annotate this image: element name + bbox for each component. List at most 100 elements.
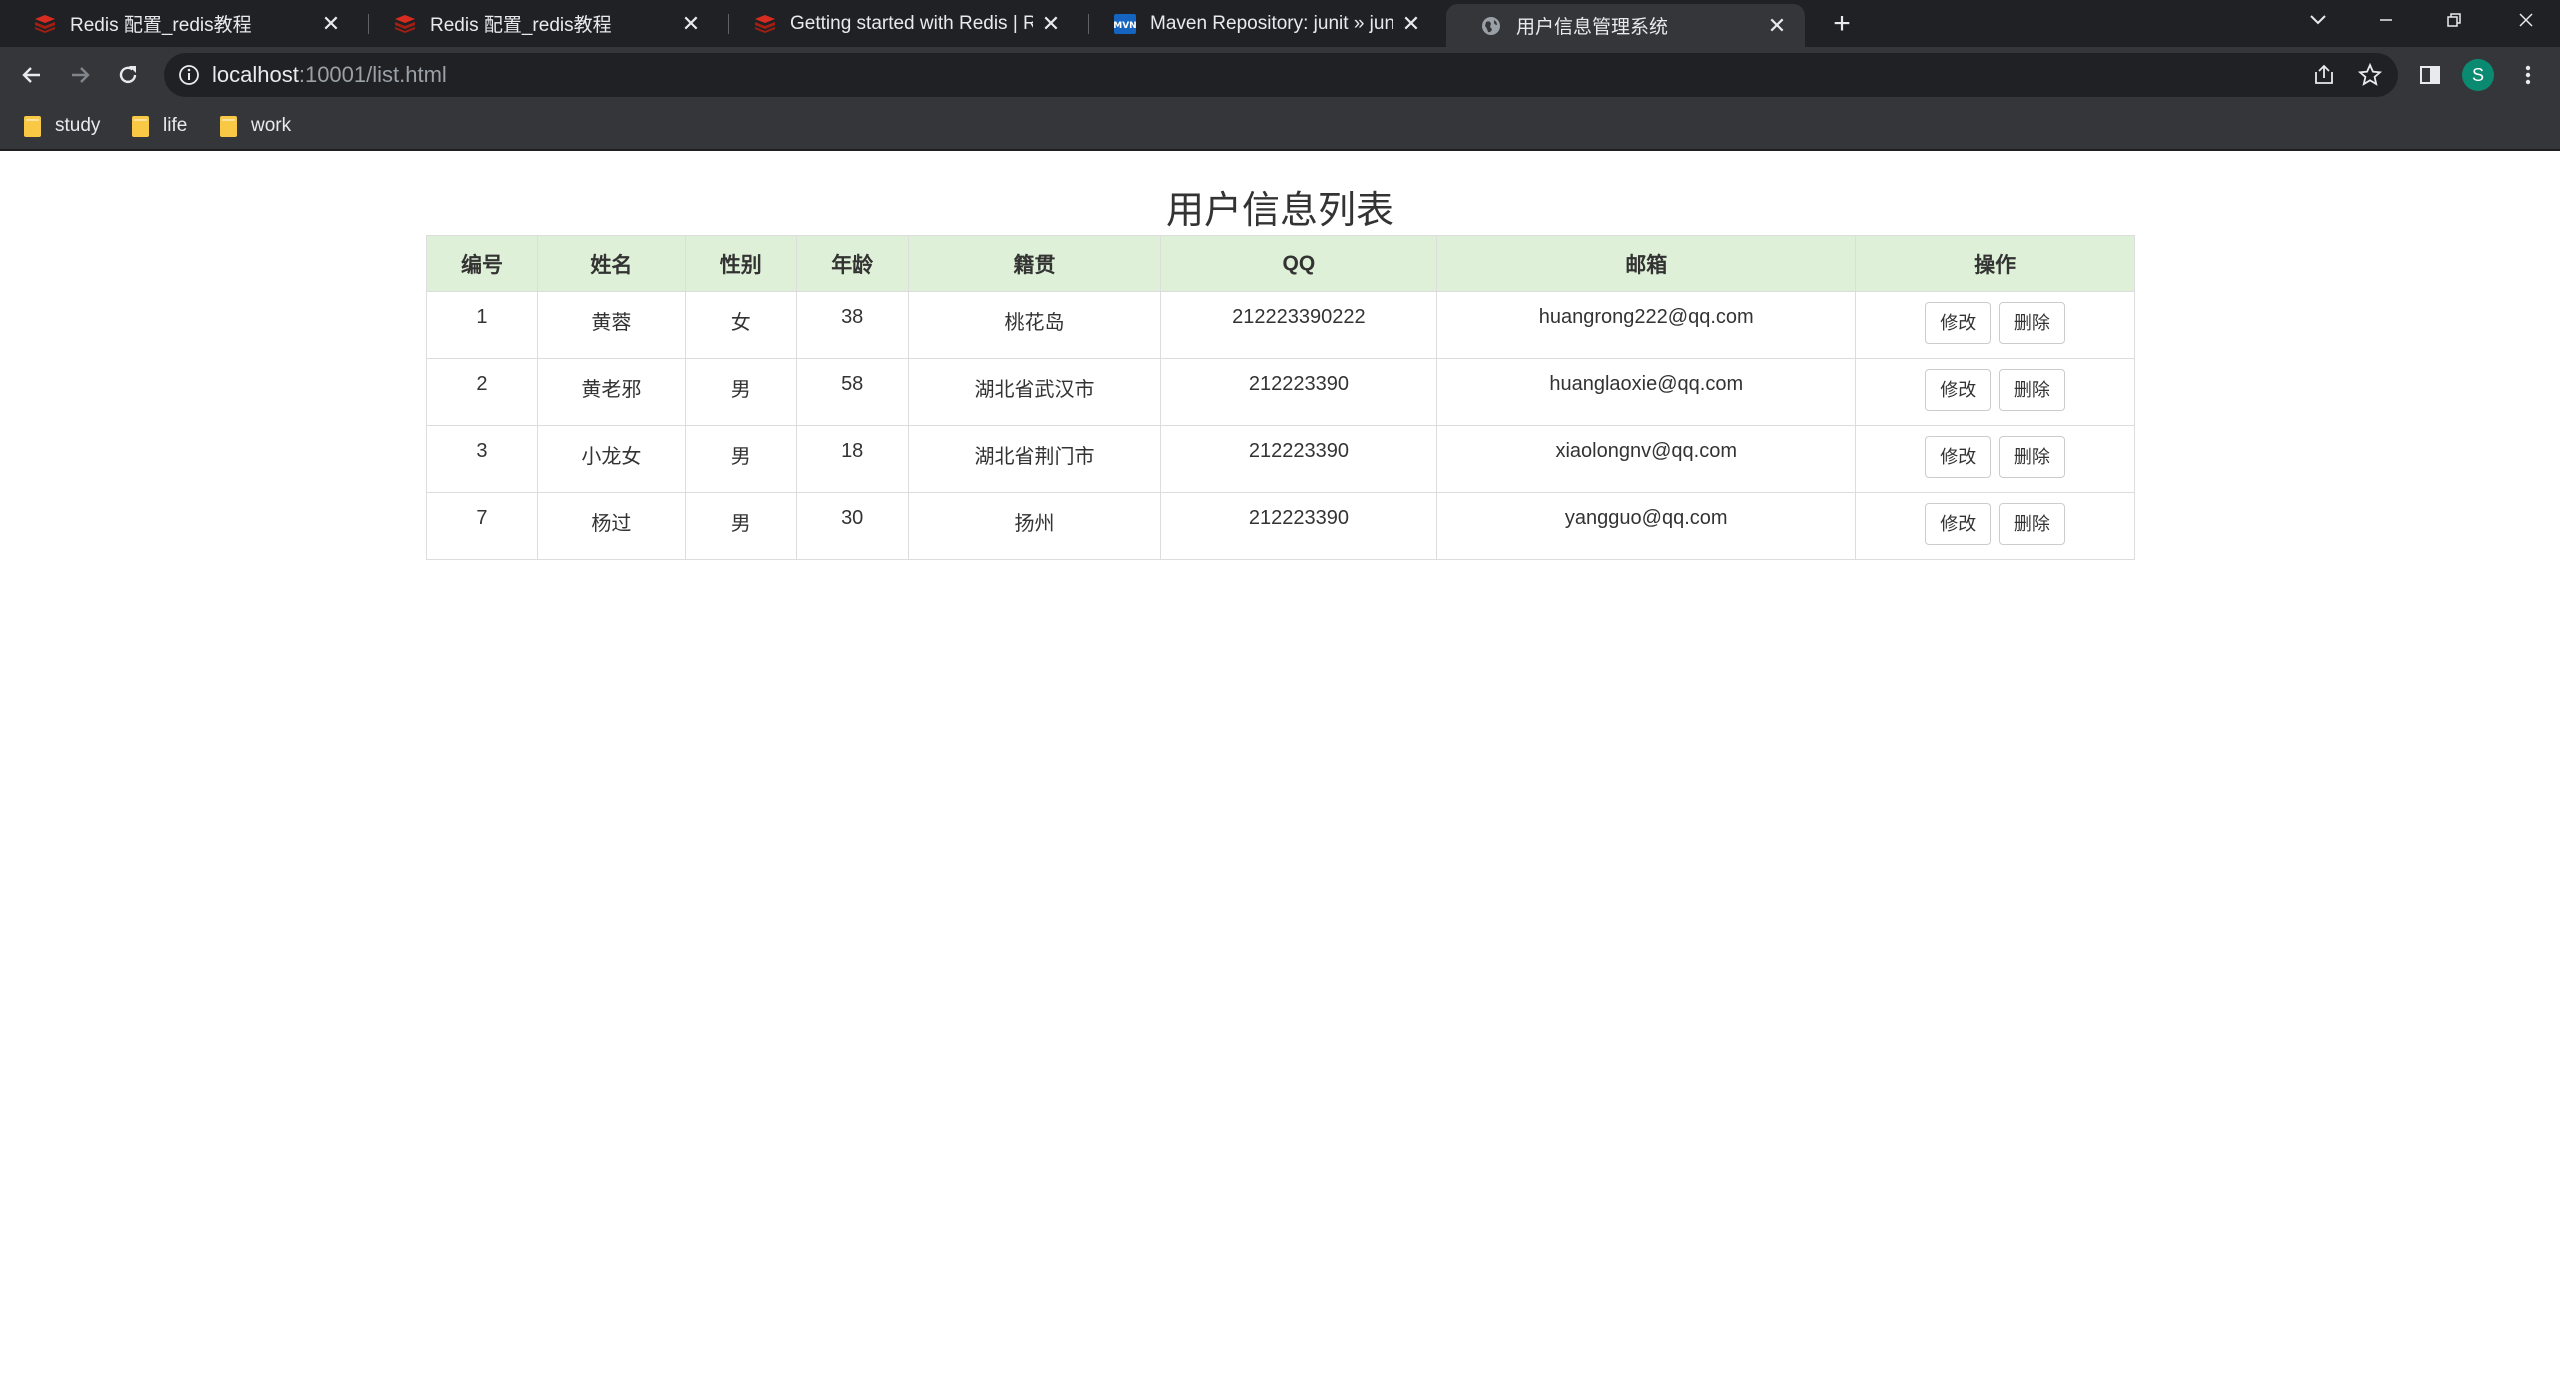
url-text: localhost:10001/list.html <box>212 62 447 88</box>
cell-qq: 212223390 <box>1160 358 1438 426</box>
table-header-row: 编号 姓名 性别 年龄 籍贯 QQ 邮箱 操作 <box>426 235 2135 292</box>
cell-id: 3 <box>426 425 538 493</box>
edit-button[interactable]: 修改 <box>1925 369 1992 411</box>
bookmark-folder-life[interactable]: life <box>132 103 187 149</box>
column-header: QQ <box>1160 235 1438 292</box>
tab-title: Maven Repository: junit » junit <box>1150 12 1393 34</box>
column-header: 编号 <box>426 235 538 292</box>
cell-email: xiaolongnv@qq.com <box>1436 425 1857 493</box>
tab-title: 用户信息管理系统 <box>1516 17 1669 38</box>
cell-gender: 男 <box>684 358 797 426</box>
browser-tab[interactable]: Redis 配置_redis教程 ✕ <box>360 0 719 47</box>
bookmark-label: study <box>55 115 101 136</box>
address-bar[interactable]: localhost:10001/list.html <box>164 53 2398 97</box>
browser-tab[interactable]: Redis 配置_redis教程 ✕ <box>0 0 359 47</box>
cell-qq: 212223390222 <box>1160 291 1438 359</box>
cell-actions: 修改 删除 <box>1855 291 2135 359</box>
tab-title: Getting started with Redis | Re <box>790 12 1033 34</box>
edit-button[interactable]: 修改 <box>1925 302 1992 344</box>
cell-actions: 修改 删除 <box>1855 425 2135 493</box>
cell-address: 扬州 <box>907 492 1162 560</box>
bookmarks-bar: study life work <box>0 103 2560 151</box>
close-icon[interactable]: ✕ <box>1039 11 1063 36</box>
globe-icon <box>1480 15 1502 37</box>
menu-dots-icon[interactable] <box>2510 57 2546 93</box>
cell-address: 湖北省荆门市 <box>907 425 1162 493</box>
back-arrow-icon[interactable] <box>14 57 50 93</box>
cell-age: 38 <box>795 291 909 359</box>
bookmark-folder-study[interactable]: study <box>24 103 100 149</box>
bookmark-folder-work[interactable]: work <box>220 103 291 149</box>
bookmark-label: work <box>251 115 292 136</box>
delete-button[interactable]: 删除 <box>1998 302 2065 344</box>
tab-search-icon[interactable] <box>2284 0 2352 40</box>
cell-id: 7 <box>426 492 538 560</box>
cell-gender: 女 <box>684 291 797 359</box>
restore-button[interactable] <box>2420 0 2488 40</box>
table-row: 2 黄老邪 男 58 湖北省武汉市 212223390 huanglaoxie@… <box>426 358 2135 426</box>
cell-gender: 男 <box>684 492 797 560</box>
tab-title: Redis 配置_redis教程 <box>70 15 252 36</box>
browser-tab[interactable]: MVN Maven Repository: junit » junit ✕ <box>1080 0 1439 47</box>
close-icon[interactable]: ✕ <box>1399 11 1423 36</box>
delete-button[interactable]: 删除 <box>1998 369 2065 411</box>
close-icon[interactable]: ✕ <box>319 11 343 36</box>
redis-icon <box>754 13 776 35</box>
cell-name: 黄老邪 <box>536 358 686 426</box>
cell-address: 湖北省武汉市 <box>907 358 1162 426</box>
folder-icon <box>24 115 41 137</box>
cell-gender: 男 <box>684 425 797 493</box>
cell-age: 58 <box>795 358 909 426</box>
cell-name: 黄蓉 <box>536 291 686 359</box>
url-host: localhost <box>212 62 299 87</box>
cell-actions: 修改 删除 <box>1855 358 2135 426</box>
forward-arrow-icon[interactable] <box>62 57 98 93</box>
bookmark-label: life <box>163 115 188 136</box>
cell-age: 18 <box>795 425 909 493</box>
page-title: 用户信息列表 <box>1165 190 1394 232</box>
column-header: 操作 <box>1855 235 2135 292</box>
cell-name: 小龙女 <box>536 425 686 493</box>
minimize-button[interactable] <box>2352 0 2420 40</box>
cell-email: huangrong222@qq.com <box>1436 291 1857 359</box>
redis-icon <box>34 13 56 35</box>
close-icon[interactable]: ✕ <box>1765 13 1789 38</box>
cell-age: 30 <box>795 492 909 560</box>
table-row: 3 小龙女 男 18 湖北省荆门市 212223390 xiaolongnv@q… <box>426 425 2135 493</box>
delete-button[interactable]: 删除 <box>1998 436 2065 478</box>
tab-strip: Redis 配置_redis教程 ✕ Redis 配置_redis教程 ✕ Ge… <box>0 0 2560 47</box>
browser-tab[interactable]: Getting started with Redis | Re ✕ <box>720 0 1079 47</box>
close-window-button[interactable] <box>2492 0 2560 40</box>
cell-address: 桃花岛 <box>907 291 1162 359</box>
column-header: 姓名 <box>536 235 686 292</box>
url-path: :10001/list.html <box>298 62 447 87</box>
tab-title: Redis 配置_redis教程 <box>430 15 612 36</box>
new-tab-button[interactable]: + <box>1824 6 1860 42</box>
bookmark-star-icon[interactable] <box>2352 57 2388 93</box>
profile-avatar[interactable]: S <box>2462 59 2494 91</box>
browser-toolbar: localhost:10001/list.html S <box>0 47 2560 103</box>
cell-actions: 修改 删除 <box>1855 492 2135 560</box>
cell-name: 杨过 <box>536 492 686 560</box>
cell-id: 1 <box>426 291 538 359</box>
cell-email: yangguo@qq.com <box>1436 492 1857 560</box>
edit-button[interactable]: 修改 <box>1925 503 1992 545</box>
info-icon[interactable] <box>178 64 200 86</box>
column-header: 年龄 <box>795 235 909 292</box>
cell-id: 2 <box>426 358 538 426</box>
folder-icon <box>220 115 237 137</box>
column-header: 性别 <box>684 235 797 292</box>
svg-text:MVN: MVN <box>1114 21 1136 31</box>
user-table: 编号 姓名 性别 年龄 籍贯 QQ 邮箱 操作 1 黄蓉 女 38 桃花岛 21… <box>426 235 2135 560</box>
delete-button[interactable]: 删除 <box>1998 503 2065 545</box>
side-panel-icon[interactable] <box>2412 57 2448 93</box>
column-header: 邮箱 <box>1436 235 1857 292</box>
share-icon[interactable] <box>2306 57 2342 93</box>
cell-qq: 212223390 <box>1160 425 1438 493</box>
edit-button[interactable]: 修改 <box>1925 436 1992 478</box>
reload-icon[interactable] <box>110 57 146 93</box>
column-header: 籍贯 <box>907 235 1162 292</box>
close-icon[interactable]: ✕ <box>679 11 703 36</box>
browser-tab-active[interactable]: 用户信息管理系统 ✕ <box>1446 4 1805 47</box>
table-row: 7 杨过 男 30 扬州 212223390 yangguo@qq.com 修改… <box>426 492 2135 560</box>
